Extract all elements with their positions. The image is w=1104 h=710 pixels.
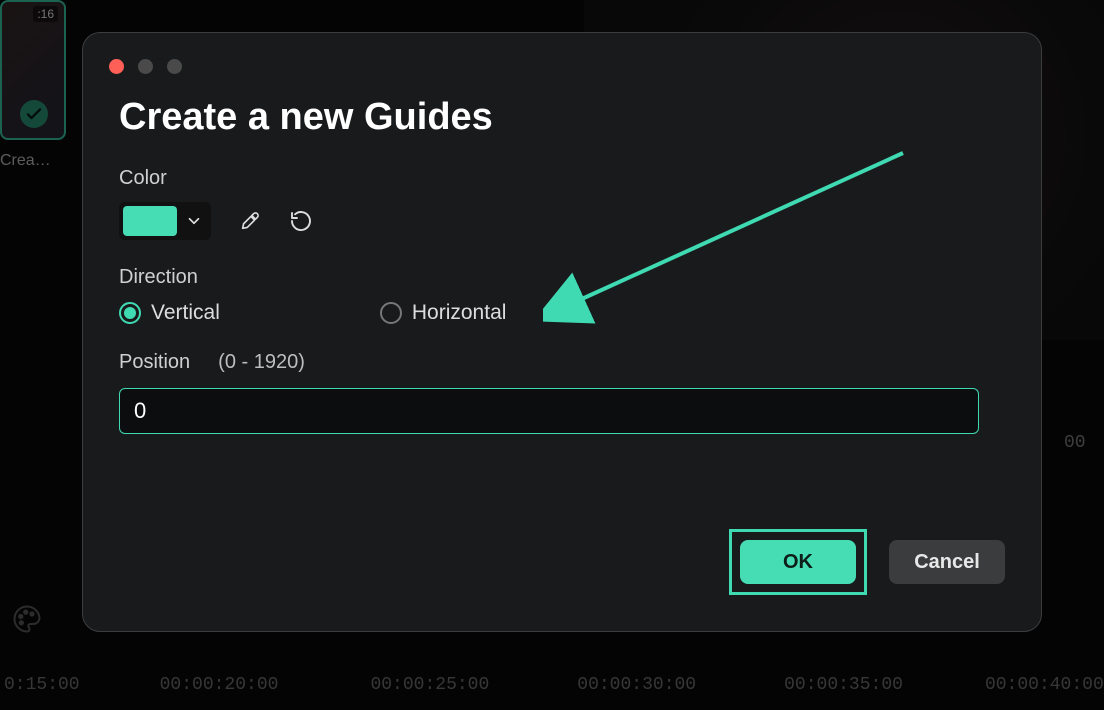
eyedropper-button[interactable] xyxy=(239,210,261,232)
direction-label: Direction xyxy=(119,266,1005,289)
position-label: Position xyxy=(119,351,190,374)
chevron-down-icon xyxy=(185,212,203,230)
color-picker[interactable] xyxy=(119,202,211,240)
radio-horizontal-label: Horizontal xyxy=(412,301,507,325)
zoom-window-button[interactable] xyxy=(167,59,182,74)
window-controls xyxy=(109,59,1005,74)
dialog-title: Create a new Guides xyxy=(119,96,1005,139)
radio-vertical[interactable]: Vertical xyxy=(119,301,220,325)
create-guides-dialog: Create a new Guides Color Direction Vert… xyxy=(82,32,1042,632)
close-window-button[interactable] xyxy=(109,59,124,74)
ok-highlight-frame: OK xyxy=(729,529,867,595)
radio-vertical-label: Vertical xyxy=(151,301,220,325)
position-range: (0 - 1920) xyxy=(218,351,305,374)
color-label: Color xyxy=(119,167,1005,190)
radio-horizontal[interactable]: Horizontal xyxy=(380,301,507,325)
color-swatch xyxy=(123,206,177,236)
minimize-window-button[interactable] xyxy=(138,59,153,74)
position-input[interactable] xyxy=(119,388,979,434)
reset-button[interactable] xyxy=(289,209,313,233)
ok-button[interactable]: OK xyxy=(740,540,856,584)
cancel-button[interactable]: Cancel xyxy=(889,540,1005,584)
